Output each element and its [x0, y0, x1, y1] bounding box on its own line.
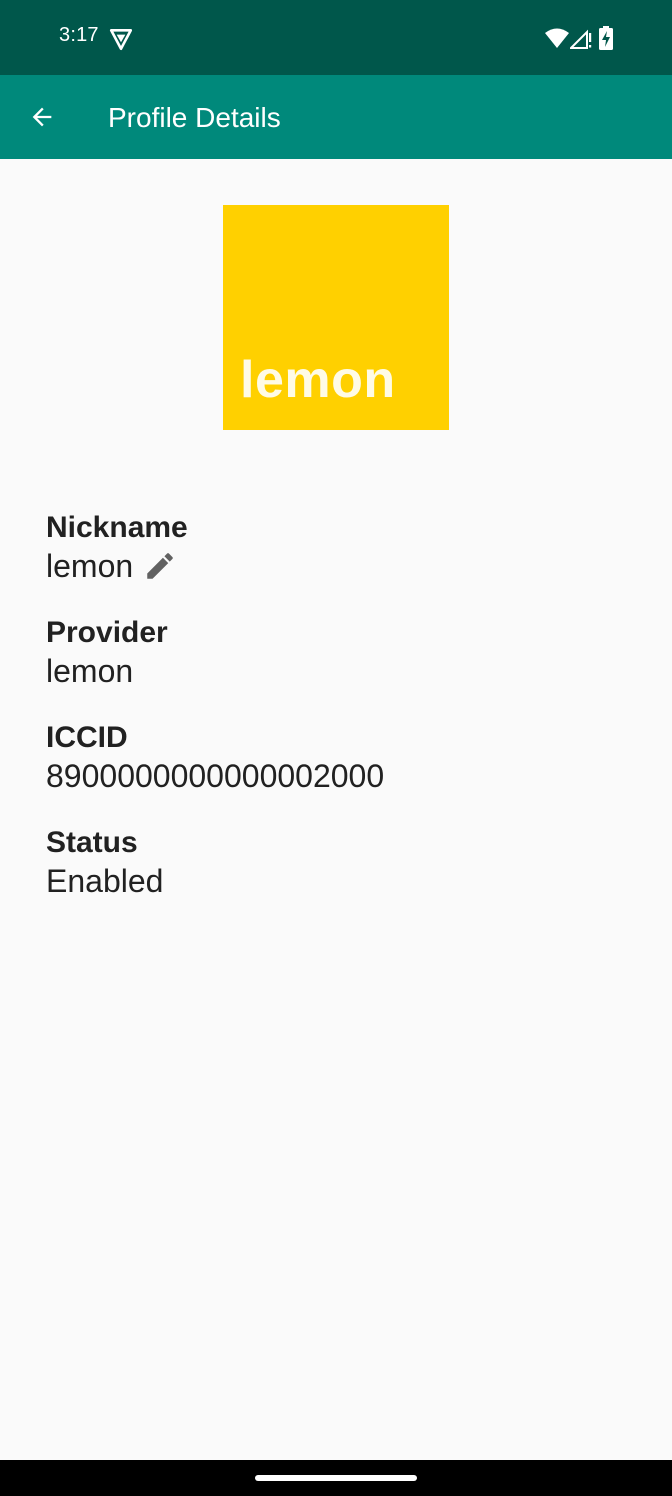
status-value: Enabled	[46, 863, 164, 899]
nickname-value: lemon	[46, 548, 134, 584]
provider-label: Provider	[46, 616, 168, 649]
logo-text: lemon	[240, 351, 396, 409]
back-button[interactable]	[22, 97, 62, 137]
iccid-field: ICCID 8900000000000002000	[46, 720, 384, 796]
iccid-value: 8900000000000002000	[46, 758, 385, 794]
vpn-icon	[109, 29, 133, 51]
provider-value: lemon	[46, 653, 134, 689]
home-handle[interactable]	[255, 1475, 417, 1481]
page-title: Profile Details	[108, 102, 281, 133]
arrow-back-icon	[32, 107, 52, 127]
iccid-label: ICCID	[46, 721, 128, 754]
status-label: Status	[46, 826, 138, 859]
pencil-icon[interactable]	[143, 549, 177, 583]
wifi-icon	[545, 28, 569, 48]
app-bar: Profile Details	[0, 75, 672, 159]
navigation-bar	[0, 1460, 672, 1496]
signal-icon	[570, 29, 592, 49]
nickname-label: Nickname	[46, 511, 188, 544]
profile-logo: lemon	[223, 205, 449, 430]
provider-field: Provider lemon	[46, 615, 168, 691]
status-field: Status Enabled	[46, 825, 163, 901]
nickname-row: lemon	[46, 546, 188, 586]
nickname-field: Nickname lemon	[46, 510, 188, 586]
status-bar: 3:17	[0, 0, 672, 75]
status-time: 3:17	[59, 24, 99, 46]
battery-charging-icon	[599, 26, 613, 50]
